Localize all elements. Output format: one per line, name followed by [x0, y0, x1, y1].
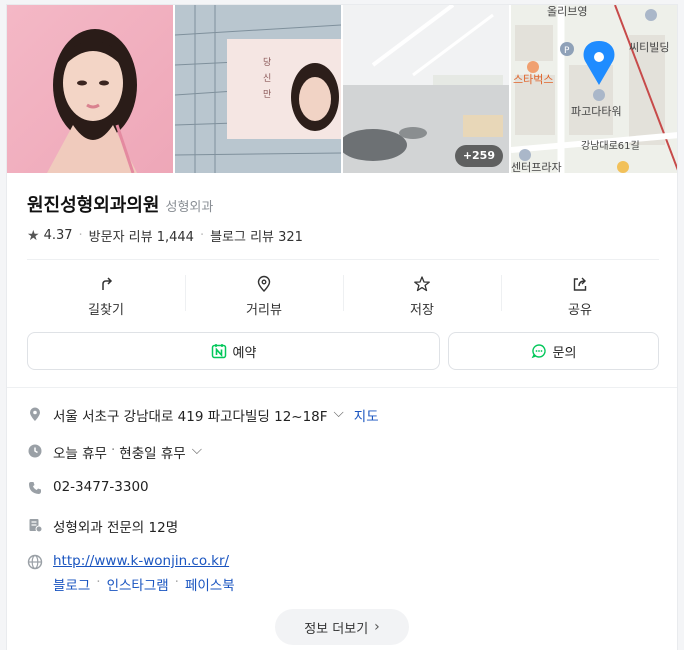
share-icon	[573, 277, 587, 291]
map-label-oliveyoung: 올리브영	[547, 5, 588, 18]
save-button[interactable]: 저장	[343, 263, 501, 329]
star-icon	[414, 275, 430, 291]
facebook-link[interactable]: 페이스북	[185, 574, 235, 594]
doctor-badge-icon	[29, 519, 43, 533]
directions-icon	[102, 276, 113, 290]
social-links: 블로그 · 인스타그램 · 페이스북	[53, 574, 235, 594]
inquiry-label: 문의	[552, 345, 577, 361]
map-label-road: 강남대로61길	[581, 141, 640, 152]
rating-value: 4.37	[43, 228, 73, 243]
photo-more-badge[interactable]: +259	[454, 145, 503, 167]
building-illustration: 당 신 만	[175, 5, 341, 173]
map-link[interactable]: 지도	[354, 405, 379, 425]
svg-text:만: 만	[263, 89, 271, 100]
svg-text:신: 신	[263, 73, 271, 84]
chat-icon	[531, 344, 546, 359]
section-divider	[7, 387, 677, 388]
place-header: 원진성형외과의원 성형외과	[27, 191, 213, 217]
phone-number[interactable]: 02-3477-3300	[53, 479, 149, 495]
specialist-row: 성형외과 전문의 12명	[27, 516, 659, 536]
hours-row: 오늘 휴무 · 현충일 휴무 ⌵	[27, 442, 659, 462]
reserve-label: 예약	[232, 345, 257, 361]
visitor-review-link[interactable]: 방문자 리뷰 1,444	[89, 226, 194, 245]
share-button[interactable]: 공유	[501, 263, 659, 329]
map-label-starbucks: 스타벅스	[513, 73, 554, 86]
streetview-button[interactable]: 거리뷰	[185, 263, 343, 329]
separator-dot: ·	[199, 228, 205, 243]
more-info-button[interactable]: 정보 더보기 ›	[275, 609, 409, 645]
phone-icon	[29, 482, 41, 494]
place-name[interactable]: 원진성형외과의원	[27, 191, 159, 217]
svg-text:P: P	[564, 46, 570, 56]
place-category: 성형외과	[165, 200, 214, 215]
address-text: 서울 서초구 강남대로 419 파고다빌딩 12~18F	[53, 409, 328, 425]
directions-button[interactable]: 길찾기	[27, 263, 185, 329]
chevron-down-icon[interactable]: ⌵	[334, 405, 344, 421]
separator-dot: ·	[78, 228, 83, 243]
inquiry-button[interactable]: 문의	[448, 332, 659, 370]
separator-dot: ·	[110, 442, 116, 458]
share-label: 공유	[568, 302, 592, 318]
specialist-text: 성형외과 전문의 12명	[53, 520, 179, 536]
separator-dot: ·	[96, 574, 101, 590]
mini-map[interactable]: P 올리브영 씨티빌딩 스타벅스 파고다타워 강남대로61길 센터프라자	[511, 5, 677, 173]
rating-row: ★ 4.37 · 방문자 리뷰 1,444 · 블로그 리뷰 321	[27, 226, 303, 246]
location-pin-icon	[30, 407, 40, 421]
blog-review-link[interactable]: 블로그 리뷰 321	[210, 226, 303, 245]
reserve-button[interactable]: 예약	[27, 332, 440, 370]
save-label: 저장	[410, 302, 434, 318]
streetview-icon	[257, 275, 271, 292]
photo-interior[interactable]: +259	[343, 5, 509, 173]
map-label-pagoda: 파고다타워	[571, 105, 622, 118]
hours-status[interactable]: 오늘 휴무	[53, 442, 107, 462]
instagram-link[interactable]: 인스타그램	[107, 574, 169, 594]
chevron-right-icon: ›	[374, 619, 380, 635]
globe-icon	[27, 554, 43, 570]
phone-row: 02-3477-3300	[27, 479, 659, 496]
homepage-link[interactable]: http://www.k-wonjin.co.kr/	[53, 553, 235, 569]
map-label-center: 센터프라자	[511, 161, 562, 173]
photo-portrait[interactable]	[7, 5, 173, 173]
blog-link[interactable]: 블로그	[53, 574, 90, 594]
more-info-label: 정보 더보기	[304, 621, 369, 637]
divider	[27, 259, 659, 260]
portrait-illustration	[47, 29, 137, 173]
hours-note: 현충일 휴무	[119, 446, 186, 462]
map-label-citybuilding: 씨티빌딩	[629, 41, 670, 54]
svg-text:당: 당	[263, 57, 271, 68]
cta-row: 예약 문의	[27, 332, 659, 370]
star-rating-icon: ★	[27, 227, 40, 244]
naver-booking-icon	[211, 344, 226, 359]
action-bar: 길찾기 거리뷰 저장 공유	[27, 263, 659, 329]
separator-dot: ·	[174, 574, 179, 590]
directions-label: 길찾기	[88, 302, 124, 318]
chevron-down-icon[interactable]: ⌵	[192, 442, 202, 458]
photo-building[interactable]: 당 신 만	[175, 5, 341, 173]
address-row: 서울 서초구 강남대로 419 파고다빌딩 12~18F ⌵ 지도	[27, 405, 659, 425]
clock-icon	[28, 444, 42, 458]
streetview-label: 거리뷰	[246, 302, 282, 318]
place-card: 당 신 만 +259 P 올리브영 씨티빌딩 스타벅스 파고다타워 강남대로61…	[6, 4, 678, 650]
homepage-row: http://www.k-wonjin.co.kr/ 블로그 · 인스타그램 ·…	[27, 553, 659, 594]
homepage-links: http://www.k-wonjin.co.kr/ 블로그 · 인스타그램 ·…	[53, 553, 235, 594]
photo-strip: 당 신 만 +259 P 올리브영 씨티빌딩 스타벅스 파고다타워 강남대로61…	[7, 5, 677, 173]
